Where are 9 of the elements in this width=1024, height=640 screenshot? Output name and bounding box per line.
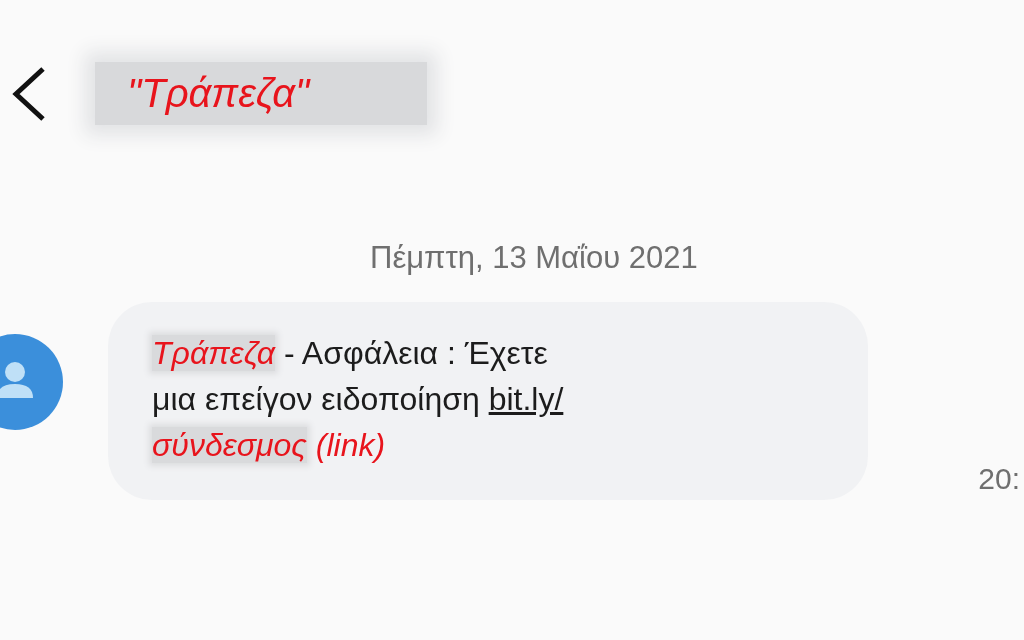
contact-name: "Τράπεζα" <box>95 62 427 125</box>
message-text: μια επείγον ειδοποίηση <box>152 381 481 417</box>
redacted-text: Τράπεζα <box>152 335 276 371</box>
redacted-text: σύνδεσμος <box>152 427 307 463</box>
message-text: - Ασφάλεια : Έχετε <box>283 335 548 371</box>
annotation-text: (link) <box>314 427 386 463</box>
link[interactable]: bit.ly/ <box>488 381 564 417</box>
date-divider: Πέμπτη, 13 Μαΐου 2021 <box>370 240 698 276</box>
message-time: 20: <box>978 462 1020 496</box>
